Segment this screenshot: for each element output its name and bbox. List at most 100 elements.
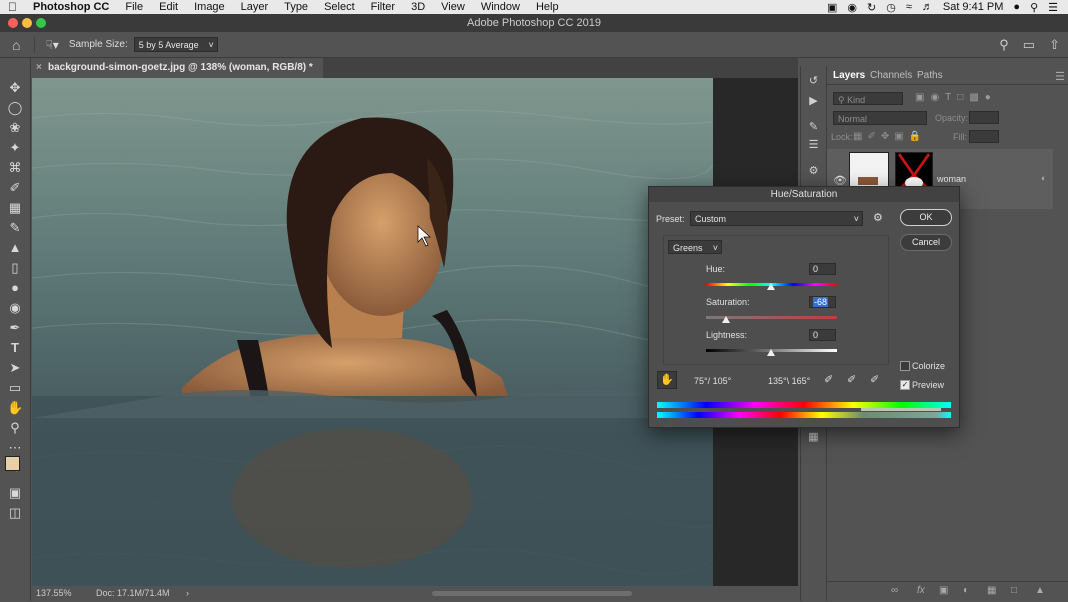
notification-icon[interactable]: ☰ <box>1048 1 1058 14</box>
blend-mode-select[interactable]: Normal <box>833 111 927 125</box>
menu-layer[interactable]: Layer <box>233 0 277 14</box>
menu-edit[interactable]: Edit <box>151 0 186 14</box>
eyedropper-tool-icon[interactable]: ✐ <box>7 180 23 196</box>
menu-clock[interactable]: Sat 9:41 PM <box>943 1 1004 13</box>
eyedropper-tool-preset-icon[interactable]: ☟▾ <box>45 38 58 52</box>
home-icon[interactable]: ⌂ <box>12 37 20 53</box>
more-tools-icon[interactable]: ⋯ <box>7 440 23 456</box>
lock-icons[interactable]: ▦✐✥▣🔒 <box>853 131 926 142</box>
move-tool-icon[interactable]: ✥ <box>7 80 23 96</box>
subtract-from-sample-eyedropper-icon[interactable]: ✐ <box>870 373 879 386</box>
cancel-button[interactable]: Cancel <box>900 234 952 251</box>
share-icon[interactable]: ⇧ <box>1049 37 1060 53</box>
path-selection-tool-icon[interactable]: ➤ <box>7 360 23 376</box>
lasso-tool-icon[interactable]: ❀ <box>7 120 23 136</box>
crop-tool-icon[interactable]: ⌘ <box>7 160 23 176</box>
tab-paths[interactable]: Paths <box>917 70 943 81</box>
history-panel-icon[interactable]: ↺ <box>806 74 821 89</box>
menu-select[interactable]: Select <box>316 0 363 14</box>
libraries-panel-icon[interactable]: ▦ <box>806 430 821 445</box>
menu-filter[interactable]: Filter <box>363 0 403 14</box>
add-mask-icon[interactable]: ▣ <box>939 585 948 596</box>
workspace-icon[interactable]: ▭ <box>1023 37 1035 53</box>
fill-field[interactable] <box>969 130 999 143</box>
layer-filter-kind[interactable]: ⚲ Kind <box>833 92 903 105</box>
wifi-icon[interactable]: ≈ <box>906 1 912 13</box>
foreground-color-swatch[interactable] <box>5 456 20 471</box>
dodge-tool-icon[interactable]: ◉ <box>7 300 23 316</box>
ok-button[interactable]: OK <box>900 209 952 226</box>
menu-file[interactable]: File <box>117 0 151 14</box>
status-menu-arrow[interactable]: › <box>186 586 189 601</box>
horizontal-scrollbar[interactable] <box>432 591 632 596</box>
preview-checkbox[interactable]: ✓ <box>900 380 910 390</box>
hand-tool-icon[interactable]: ✋ <box>7 400 23 416</box>
marquee-tool-icon[interactable]: ◯ <box>7 100 23 116</box>
adjustments-icon[interactable]: ☰ <box>806 138 821 153</box>
eraser-tool-icon[interactable]: ▯ <box>7 260 23 276</box>
spotlight-icon[interactable]: ⚲ <box>1030 1 1038 14</box>
clone-stamp-tool-icon[interactable]: ▲ <box>7 240 23 256</box>
menu-view[interactable]: View <box>433 0 473 14</box>
volume-icon[interactable]: ♬ <box>922 1 933 13</box>
dialog-title[interactable]: Hue/Saturation <box>649 187 959 202</box>
eyedropper-icon[interactable]: ✐ <box>824 373 833 386</box>
panel-menu-icon[interactable]: ☰ <box>1055 70 1065 83</box>
pen-tool-icon[interactable]: ✒ <box>7 320 23 336</box>
time-machine-icon[interactable]: ◷ <box>886 1 896 14</box>
tab-channels[interactable]: Channels <box>870 70 912 81</box>
layer-mask-thumbnail[interactable] <box>895 152 933 190</box>
layer-filter-icons[interactable]: ▣◉T□▩● <box>915 92 997 103</box>
zoom-level[interactable]: 137.55% <box>36 586 72 601</box>
apple-menu-icon[interactable]:  <box>0 0 25 14</box>
new-group-icon[interactable]: ▦ <box>987 585 996 596</box>
rectangle-tool-icon[interactable]: ▭ <box>7 380 23 396</box>
link-layers-icon[interactable]: ∞ <box>891 585 898 596</box>
actions-panel-icon[interactable]: ▶ <box>806 94 821 109</box>
document-canvas[interactable] <box>32 78 713 586</box>
layer-style-icon[interactable]: fx <box>917 585 925 596</box>
sample-size-select[interactable]: 5 by 5 Average ˅ <box>133 37 218 52</box>
document-tab[interactable]: × background-simon-goetz.jpg @ 138% (wom… <box>32 58 323 78</box>
smart-filter-icon[interactable]: ◐ <box>1041 173 1046 183</box>
zoom-window-icon[interactable] <box>36 18 46 28</box>
screen-mode-icon[interactable]: ◫ <box>7 505 23 521</box>
adjustment-layer-icon[interactable]: ◐ <box>963 585 969 596</box>
color-range-selector[interactable] <box>861 408 941 411</box>
screen-record-icon[interactable]: ▣ <box>827 1 837 14</box>
search-icon[interactable]: ⚲ <box>999 37 1009 53</box>
type-tool-icon[interactable]: T <box>7 340 23 356</box>
close-window-icon[interactable] <box>8 18 18 28</box>
menu-3d[interactable]: 3D <box>403 0 433 14</box>
tab-layers[interactable]: Layers <box>833 70 865 81</box>
lightness-field[interactable]: 0 <box>809 329 836 341</box>
creative-cloud-icon[interactable]: ◉ <box>847 1 857 14</box>
quick-selection-tool-icon[interactable]: ✦ <box>7 140 23 156</box>
brush-tool-icon[interactable]: ✎ <box>7 220 23 236</box>
brush-settings-icon[interactable]: ✎ <box>806 120 821 135</box>
menu-help[interactable]: Help <box>528 0 567 14</box>
colorize-checkbox[interactable] <box>900 361 910 371</box>
zoom-tool-icon[interactable]: ⚲ <box>7 420 23 436</box>
menu-app-name[interactable]: Photoshop CC <box>25 0 117 14</box>
new-layer-icon[interactable]: □ <box>1011 585 1017 596</box>
hue-field[interactable]: 0 <box>809 263 836 275</box>
add-to-sample-eyedropper-icon[interactable]: ✐ <box>847 373 856 386</box>
healing-brush-tool-icon[interactable]: ▦ <box>7 200 23 216</box>
preset-select[interactable]: Custom ˅ <box>690 211 863 226</box>
quick-mask-icon[interactable]: ▣ <box>7 485 23 501</box>
paint-bucket-tool-icon[interactable]: ● <box>7 280 23 296</box>
user-icon[interactable]: ● <box>1013 1 1020 13</box>
delete-layer-icon[interactable]: ▲ <box>1035 585 1045 596</box>
lightness-slider-thumb[interactable] <box>767 349 775 356</box>
menu-window[interactable]: Window <box>473 0 528 14</box>
hue-slider-thumb[interactable] <box>767 283 775 290</box>
channel-select[interactable]: Greens ˅ <box>668 240 722 254</box>
sync-icon[interactable]: ↻ <box>867 1 876 14</box>
saturation-slider-thumb[interactable] <box>722 316 730 323</box>
properties-panel-icon[interactable]: ⚙ <box>806 164 821 179</box>
minimize-window-icon[interactable] <box>22 18 32 28</box>
close-tab-icon[interactable]: × <box>36 58 42 78</box>
menu-type[interactable]: Type <box>276 0 316 14</box>
targeted-adjustment-hand-icon[interactable]: ✋ <box>657 371 677 389</box>
